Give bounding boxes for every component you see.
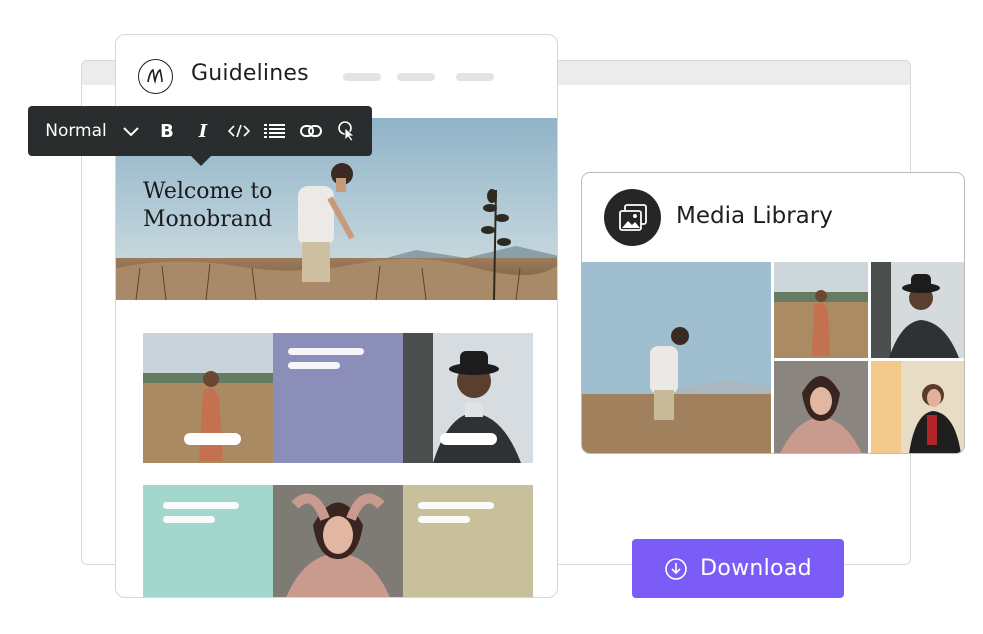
download-button[interactable]: Download xyxy=(632,539,844,598)
color-tile-khaki[interactable] xyxy=(403,485,533,597)
text-style-label: Normal xyxy=(45,121,107,141)
italic-glyph: I xyxy=(198,120,208,142)
hero-title: Welcome to Monobrand xyxy=(143,178,343,234)
code-icon[interactable] xyxy=(227,106,251,156)
photo-tile-man-hat[interactable] xyxy=(403,333,533,463)
media-thumb-man-field[interactable] xyxy=(582,262,771,453)
color-tile-lavender[interactable] xyxy=(273,333,403,463)
tile-caption-placeholder xyxy=(440,433,497,445)
guidelines-title: Guidelines xyxy=(191,61,309,86)
list-icon[interactable] xyxy=(263,106,287,156)
photo-tile-woman-field[interactable] xyxy=(143,333,273,463)
tile-text-placeholder-2 xyxy=(418,516,470,523)
media-thumb-man-hat[interactable] xyxy=(871,262,964,358)
download-label: Download xyxy=(700,556,812,581)
text-style-dropdown[interactable]: Normal xyxy=(44,106,108,156)
download-circle-icon xyxy=(665,557,687,580)
tile-text-placeholder-2 xyxy=(163,516,215,523)
chevron-down-icon[interactable] xyxy=(120,106,142,156)
color-tile-mint[interactable] xyxy=(143,485,273,597)
image-gallery-icon xyxy=(604,189,661,246)
media-library-panel: Media Library xyxy=(581,172,965,454)
tile-text-placeholder-1 xyxy=(418,502,494,509)
tile-caption-placeholder xyxy=(184,433,241,445)
tile-text-placeholder-1 xyxy=(288,348,364,355)
bold-icon[interactable]: B xyxy=(156,106,178,156)
media-thumb-woman-field[interactable] xyxy=(774,262,868,358)
tile-text-placeholder-2 xyxy=(288,362,340,369)
bold-glyph: B xyxy=(160,120,174,142)
italic-icon[interactable]: I xyxy=(192,106,214,156)
text-formatting-toolbar: Normal B I xyxy=(28,106,372,166)
media-thumb-woman-pink-sweater[interactable] xyxy=(774,361,868,453)
hero-title-line-2: Monobrand xyxy=(143,207,273,232)
toolbar-pointer xyxy=(191,156,211,166)
monobrand-logo-icon[interactable] xyxy=(138,59,173,94)
photo-tile-woman-pink-sweater[interactable] xyxy=(273,485,403,597)
media-thumb-woman-phone[interactable] xyxy=(871,361,964,453)
nav-placeholder-2[interactable] xyxy=(397,73,435,81)
cursor-click-icon[interactable] xyxy=(335,106,359,156)
hero-title-line-1: Welcome to xyxy=(143,179,273,204)
link-icon[interactable] xyxy=(299,106,323,156)
nav-placeholder-1[interactable] xyxy=(343,73,381,81)
nav-placeholder-3[interactable] xyxy=(456,73,494,81)
tile-text-placeholder-1 xyxy=(163,502,239,509)
media-library-title: Media Library xyxy=(676,203,833,229)
